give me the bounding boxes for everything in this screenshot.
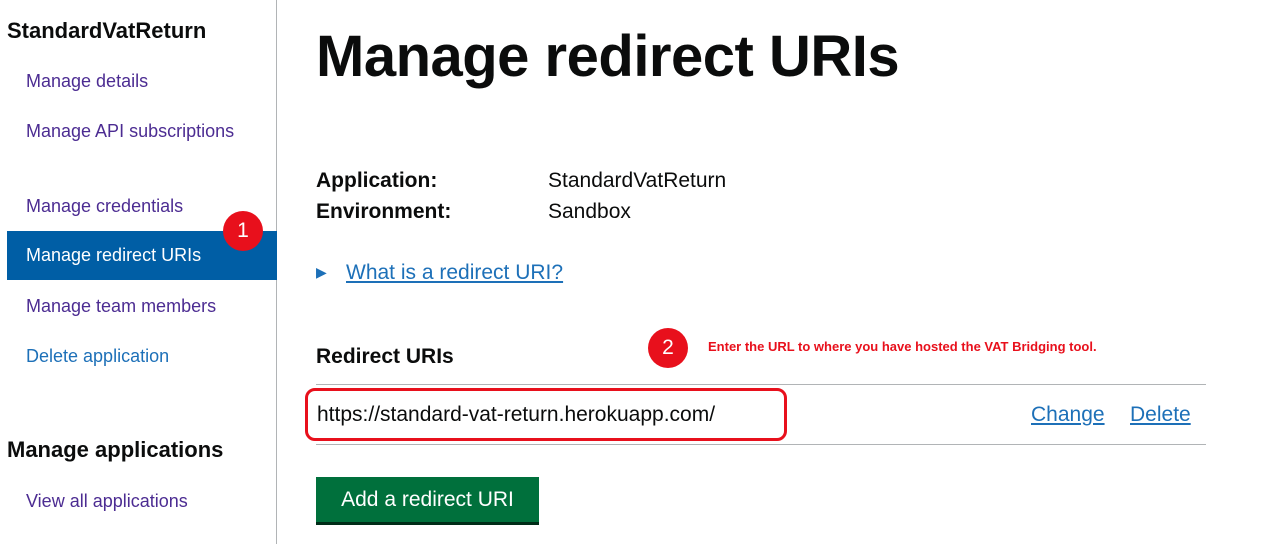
- sidebar-item-view-all-applications[interactable]: View all applications: [26, 489, 256, 514]
- add-redirect-uri-button[interactable]: Add a redirect URI: [316, 477, 539, 522]
- sidebar: StandardVatReturn Manage details Manage …: [0, 0, 277, 544]
- sidebar-item-manage-credentials[interactable]: Manage credentials: [26, 194, 256, 219]
- annotation-highlight-box: [305, 388, 787, 441]
- sidebar-app-heading: StandardVatReturn: [7, 18, 207, 43]
- annotation-badge-2: 2: [648, 328, 688, 368]
- table-divider-bottom: [316, 444, 1206, 445]
- table-divider-top: [316, 384, 1206, 385]
- change-uri-link[interactable]: Change: [1031, 401, 1105, 429]
- redirect-uri-help-toggle[interactable]: What is a redirect URI?: [346, 259, 563, 287]
- application-label: Application:: [316, 169, 438, 192]
- triangle-right-icon[interactable]: ▶: [316, 264, 327, 281]
- sidebar-item-delete-application[interactable]: Delete application: [26, 344, 256, 369]
- delete-uri-link[interactable]: Delete: [1130, 401, 1191, 429]
- sidebar-item-manage-team-members[interactable]: Manage team members: [26, 294, 256, 319]
- application-value: StandardVatReturn: [548, 169, 727, 192]
- redirect-uris-heading: Redirect URIs: [316, 345, 454, 368]
- sidebar-apps-heading: Manage applications: [7, 437, 224, 462]
- annotation-note: Enter the URL to where you have hosted t…: [708, 339, 1097, 354]
- sidebar-item-manage-details[interactable]: Manage details: [26, 69, 256, 94]
- environment-value: Sandbox: [548, 200, 631, 223]
- annotation-badge-1: 1: [223, 211, 263, 251]
- environment-label: Environment:: [316, 200, 452, 223]
- sidebar-item-label: Manage redirect URIs: [26, 245, 202, 265]
- page-title: Manage redirect URIs: [316, 24, 900, 89]
- sidebar-item-manage-api-subscriptions[interactable]: Manage API subscriptions: [26, 119, 256, 144]
